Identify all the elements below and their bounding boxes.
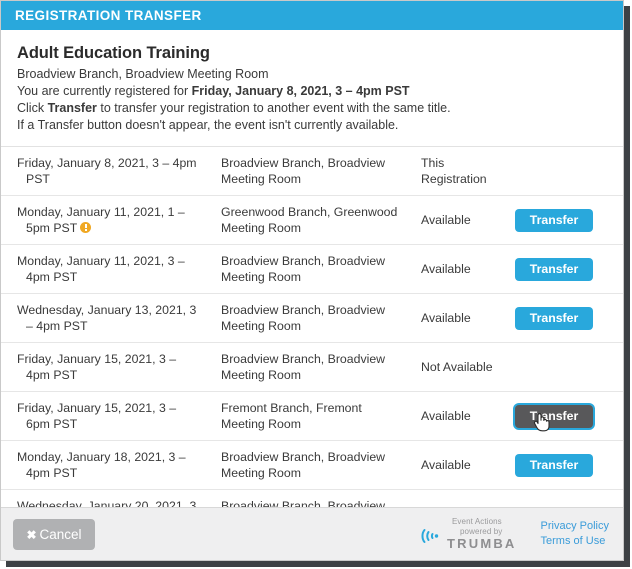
warning-icon[interactable] [80, 222, 92, 233]
event-location: Broadview Branch, Broadview Meeting Room [17, 67, 269, 81]
table-row: Friday, January 15, 2021, 3 – 4pm PST Bro… [1, 343, 623, 392]
transfer-button[interactable]: Transfer [515, 208, 593, 232]
transfer-button[interactable]: Transfer [515, 453, 593, 477]
row-action-cell: Transfer [511, 201, 623, 240]
transfer-button[interactable]: Transfer [515, 257, 593, 281]
table-row: Friday, January 15, 2021, 3 – 6pm PST Fre… [1, 392, 623, 441]
row-status: Available [421, 458, 471, 472]
row-location: Broadview Branch, Broadview Meeting Room [221, 303, 386, 333]
row-datetime: Friday, January 8, 2021, 3 – 4pm PST [17, 156, 197, 186]
row-location: Broadview Branch, Broadview Meeting Room [221, 352, 386, 382]
dialog-footer: ✖ Cancel Event Actions powered by TRUMBA … [1, 507, 623, 560]
terms-of-use-link[interactable]: Terms of Use [541, 534, 606, 549]
dialog-title-bar: REGISTRATION TRANSFER [1, 1, 623, 30]
intro-block: Adult Education Training Broadview Branc… [1, 30, 623, 147]
cancel-button[interactable]: ✖ Cancel [13, 518, 95, 550]
registration-transfer-dialog: REGISTRATION TRANSFER Adult Education Tr… [0, 0, 624, 561]
row-status: Available [421, 409, 471, 423]
row-location: Greenwood Branch, Greenwood Meeting Room [221, 205, 398, 235]
row-datetime: Wednesday, January 13, 2021, 3 – 4pm PST [17, 303, 197, 333]
row-datetime: Monday, January 11, 2021, 1 – 5pm PST [17, 205, 185, 235]
brand-wordmark: TRUMBA [447, 536, 517, 551]
event-title: Adult Education Training [17, 44, 210, 62]
row-status: Not Available [421, 360, 493, 374]
row-action-cell: Transfer [511, 299, 623, 338]
transfer-button[interactable]: Transfer [515, 404, 593, 428]
instruction-suffix: to transfer your registration to another… [96, 101, 451, 115]
legal-links: Privacy Policy Terms of Use [541, 519, 611, 549]
transfer-options-table: Friday, January 8, 2021, 3 – 4pm PST Broa… [1, 147, 623, 560]
trumba-branding: Event Actions powered by TRUMBA [420, 518, 517, 550]
row-status: Available [421, 311, 471, 325]
row-location: Broadview Branch, Broadview Meeting Room [221, 254, 386, 284]
instruction-prefix: Click [17, 101, 48, 115]
close-x-icon: ✖ [26, 527, 37, 542]
row-action-cell [511, 359, 623, 375]
row-datetime: Friday, January 15, 2021, 3 – 6pm PST [17, 401, 177, 431]
current-registration-line: You are currently registered for Friday,… [17, 83, 607, 100]
row-status: Available [421, 262, 471, 276]
trumba-text-block: Event Actions powered by TRUMBA [447, 517, 517, 551]
table-row: Monday, January 11, 2021, 3 – 4pm PST Bro… [1, 245, 623, 294]
row-datetime: Monday, January 18, 2021, 3 – 4pm PST [17, 450, 186, 480]
instruction-bold: Transfer [47, 101, 97, 115]
row-datetime: Friday, January 15, 2021, 3 – 4pm PST [17, 352, 177, 382]
table-row: Friday, January 8, 2021, 3 – 4pm PST Broa… [1, 147, 623, 196]
registered-prefix: You are currently registered for [17, 84, 192, 98]
row-action-cell: Transfer [511, 446, 623, 485]
broadcast-wave-icon [420, 528, 444, 549]
brand-line-2: powered by [460, 527, 503, 536]
row-action-cell: Transfer [511, 397, 623, 436]
table-row: Monday, January 18, 2021, 3 – 4pm PST Bro… [1, 441, 623, 490]
row-datetime: Monday, January 11, 2021, 3 – 4pm PST [17, 254, 185, 284]
cancel-button-label: Cancel [39, 526, 82, 542]
brand-line-1: Event Actions [452, 517, 502, 526]
page-title: REGISTRATION TRANSFER [15, 8, 202, 23]
row-action-cell [511, 163, 623, 179]
instruction-line: Click Transfer to transfer your registra… [17, 100, 607, 117]
transfer-button[interactable]: Transfer [515, 306, 593, 330]
row-location: Fremont Branch, Fremont Meeting Room [221, 401, 362, 431]
privacy-policy-link[interactable]: Privacy Policy [541, 519, 609, 534]
availability-note: If a Transfer button doesn't appear, the… [17, 118, 399, 132]
row-status: Available [421, 213, 471, 227]
row-location: Broadview Branch, Broadview Meeting Room [221, 156, 386, 186]
row-status: This Registration [421, 156, 487, 186]
table-row: Wednesday, January 13, 2021, 3 – 4pm PST… [1, 294, 623, 343]
row-location: Broadview Branch, Broadview Meeting Room [221, 450, 386, 480]
table-row: Monday, January 11, 2021, 1 – 5pm PST Gre… [1, 196, 623, 245]
registered-datetime: Friday, January 8, 2021, 3 – 4pm PST [191, 84, 410, 98]
row-action-cell: Transfer [511, 250, 623, 289]
